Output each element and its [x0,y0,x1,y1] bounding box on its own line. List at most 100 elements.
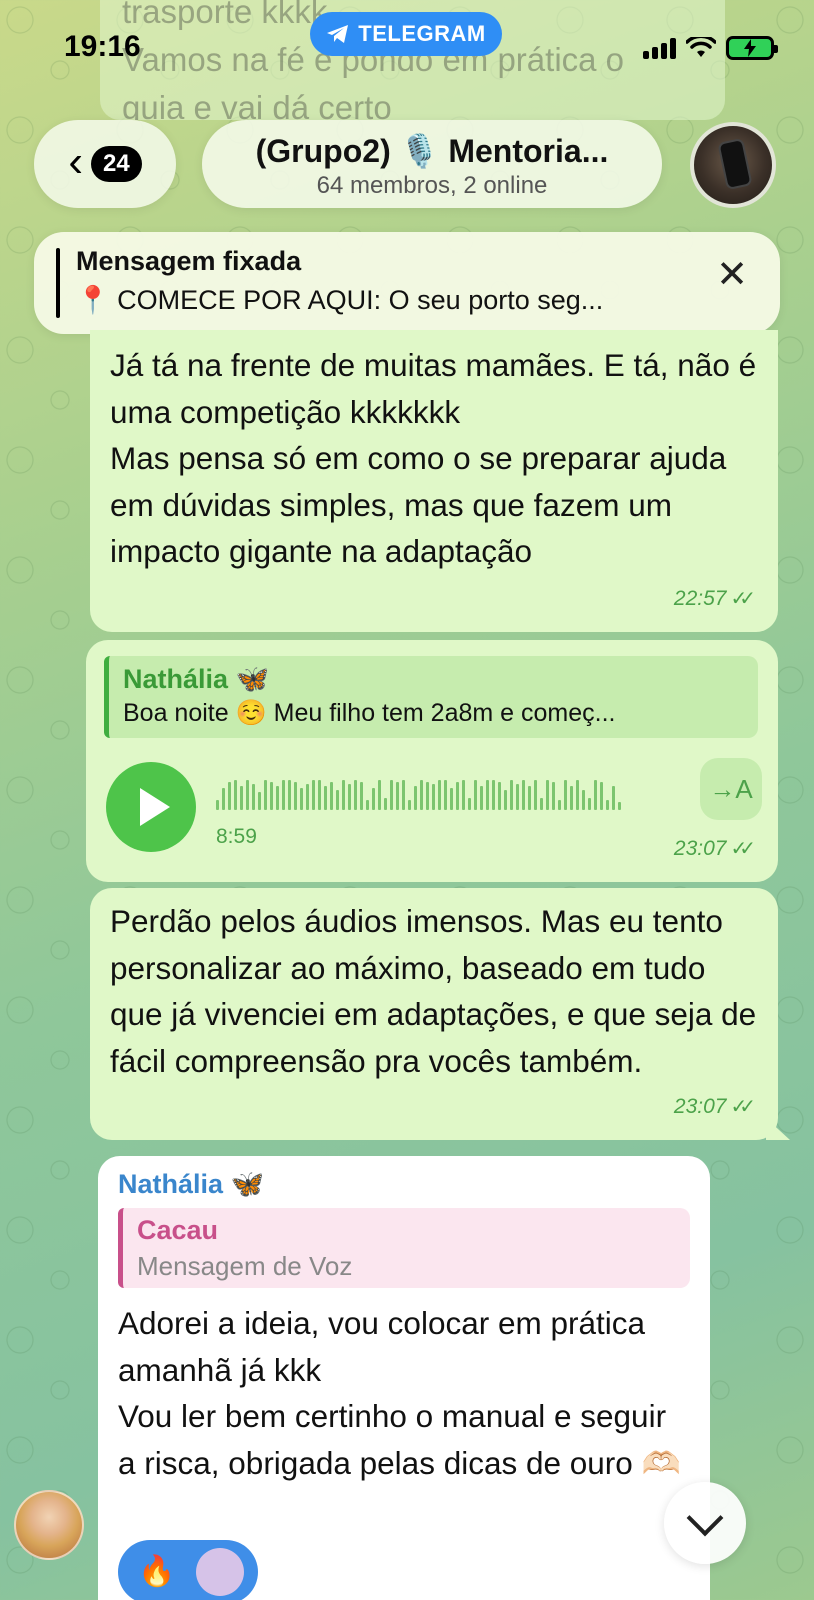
reply-sender: Cacau [137,1215,219,1245]
transcribe-icon: →A [709,773,753,804]
telegram-pill-label: TELEGRAM [358,21,486,46]
close-icon[interactable]: ✕ [716,256,748,294]
group-avatar[interactable] [690,122,776,208]
waveform-bar [318,780,321,810]
waveform-bar [216,800,219,810]
waveform-bar [240,786,243,810]
phone-icon [719,140,751,188]
waveform-bar [420,780,423,810]
waveform-bar [276,786,279,810]
message-text: Adorei a ideia, vou colocar em prática a… [118,1305,681,1481]
sender-avatar[interactable] [14,1490,84,1560]
waveform-bar [330,782,333,810]
waveform-bar [498,782,501,810]
waveform-bar [246,780,249,810]
double-check-icon: ✓✓ [730,587,755,610]
message-sender[interactable]: Nathália 🦋 [118,1166,690,1202]
message-time: 22:57 [673,586,727,610]
waveform-bar [222,788,225,810]
waveform-bar [528,786,531,810]
reply-text: Boa noite ☺️ Meu filho tem 2a8m e começ.… [123,699,616,727]
reply-preview[interactable]: Cacau Mensagem de Voz [118,1208,690,1288]
message-bubble[interactable]: Perdão pelos áudios imensos. Mas eu tent… [90,888,778,1140]
waveform-bar [354,780,357,810]
status-icons [643,36,778,60]
message-meta: 23:07 ✓✓ [674,826,756,873]
previous-message-line: guia e vai dá certo [122,89,392,120]
waveform-bar [540,798,543,810]
waveform-bar [474,780,477,810]
unread-count-badge: 24 [90,146,142,182]
play-icon [140,788,170,826]
waveform-bar [288,780,291,810]
waveform-bar [570,786,573,810]
reply-text: Mensagem de Voz [137,1251,353,1281]
reply-preview[interactable]: Nathália 🦋 Boa noite ☺️ Meu filho tem 2a… [104,656,758,738]
waveform-bar [426,782,429,810]
waveform-bar [306,784,309,810]
waveform-bar [396,782,399,810]
waveform-bar [516,784,519,810]
waveform-bar [600,782,603,810]
waveform-bar [618,802,621,810]
incoming-message-bubble[interactable]: Nathália 🦋 Cacau Mensagem de Voz Adorei … [98,1156,710,1600]
waveform-bar [228,782,231,810]
pinned-label: Mensagem fixada [76,246,302,276]
message-time: 23:07 [673,1094,727,1118]
waveform-bar [438,780,441,810]
wifi-icon [686,37,716,57]
reaction-fire: 🔥 [138,1555,176,1588]
message-meta: 22:57 ✓✓ [674,576,756,623]
waveform-bar [312,780,315,810]
waveform-bar [372,788,375,810]
waveform-bar [462,780,465,810]
waveform-bar [378,780,381,810]
waveform-bar [552,782,555,810]
chat-title-button[interactable]: (Grupo2) 🎙️ Mentoria... 64 membros, 2 on… [202,120,662,208]
voice-message-bubble[interactable]: Nathália 🦋 Boa noite ☺️ Meu filho tem 2a… [86,640,778,882]
waveform-bar [432,784,435,810]
battery-charging-icon [726,36,778,60]
transcribe-button[interactable]: →A [700,758,762,820]
voice-waveform[interactable] [216,776,676,810]
voice-duration: 8:59 [216,825,257,848]
reactor-avatar [196,1548,244,1596]
signal-icon [643,37,676,59]
telegram-pill[interactable]: TELEGRAM [310,12,502,56]
message-text: Perdão pelos áudios imensos. Mas eu tent… [110,903,757,1079]
waveform-bar [300,788,303,810]
waveform-bar [360,782,363,810]
waveform-bar [492,780,495,810]
message-meta: 23:07 ✓✓ [674,1084,756,1131]
reply-sender: Nathália 🦋 [123,664,270,694]
waveform-bar [258,792,261,810]
waveform-bar [450,788,453,810]
waveform-bar [480,786,483,810]
waveform-bar [444,780,447,810]
reactions-bar[interactable]: 🔥 [118,1540,258,1600]
play-button[interactable] [106,762,196,852]
waveform-bar [534,780,537,810]
waveform-bar [558,800,561,810]
waveform-bar [522,780,525,810]
back-button[interactable]: ‹ 24 [34,120,176,208]
waveform-bar [366,800,369,810]
waveform-bar [546,780,549,810]
scroll-down-button[interactable] [664,1482,746,1564]
waveform-bar [582,790,585,810]
pinned-message-bar[interactable]: Mensagem fixada 📍 COMECE POR AQUI: O seu… [34,232,780,334]
waveform-bar [270,782,273,810]
message-bubble[interactable]: Já tá na frente de muitas mamães. E tá, … [90,330,778,632]
waveform-bar [384,798,387,810]
chat-title: (Grupo2) 🎙️ Mentoria... [255,133,609,169]
waveform-bar [510,780,513,810]
waveform-bar [336,790,339,810]
chevron-down-icon [686,1499,724,1537]
waveform-bar [234,780,237,810]
waveform-bar [456,782,459,810]
pinned-indicator [56,248,60,318]
message-time: 23:07 [673,836,727,860]
message-text: Já tá na frente de muitas mamães. E tá, … [110,347,757,569]
waveform-bar [294,782,297,810]
waveform-bar [576,780,579,810]
